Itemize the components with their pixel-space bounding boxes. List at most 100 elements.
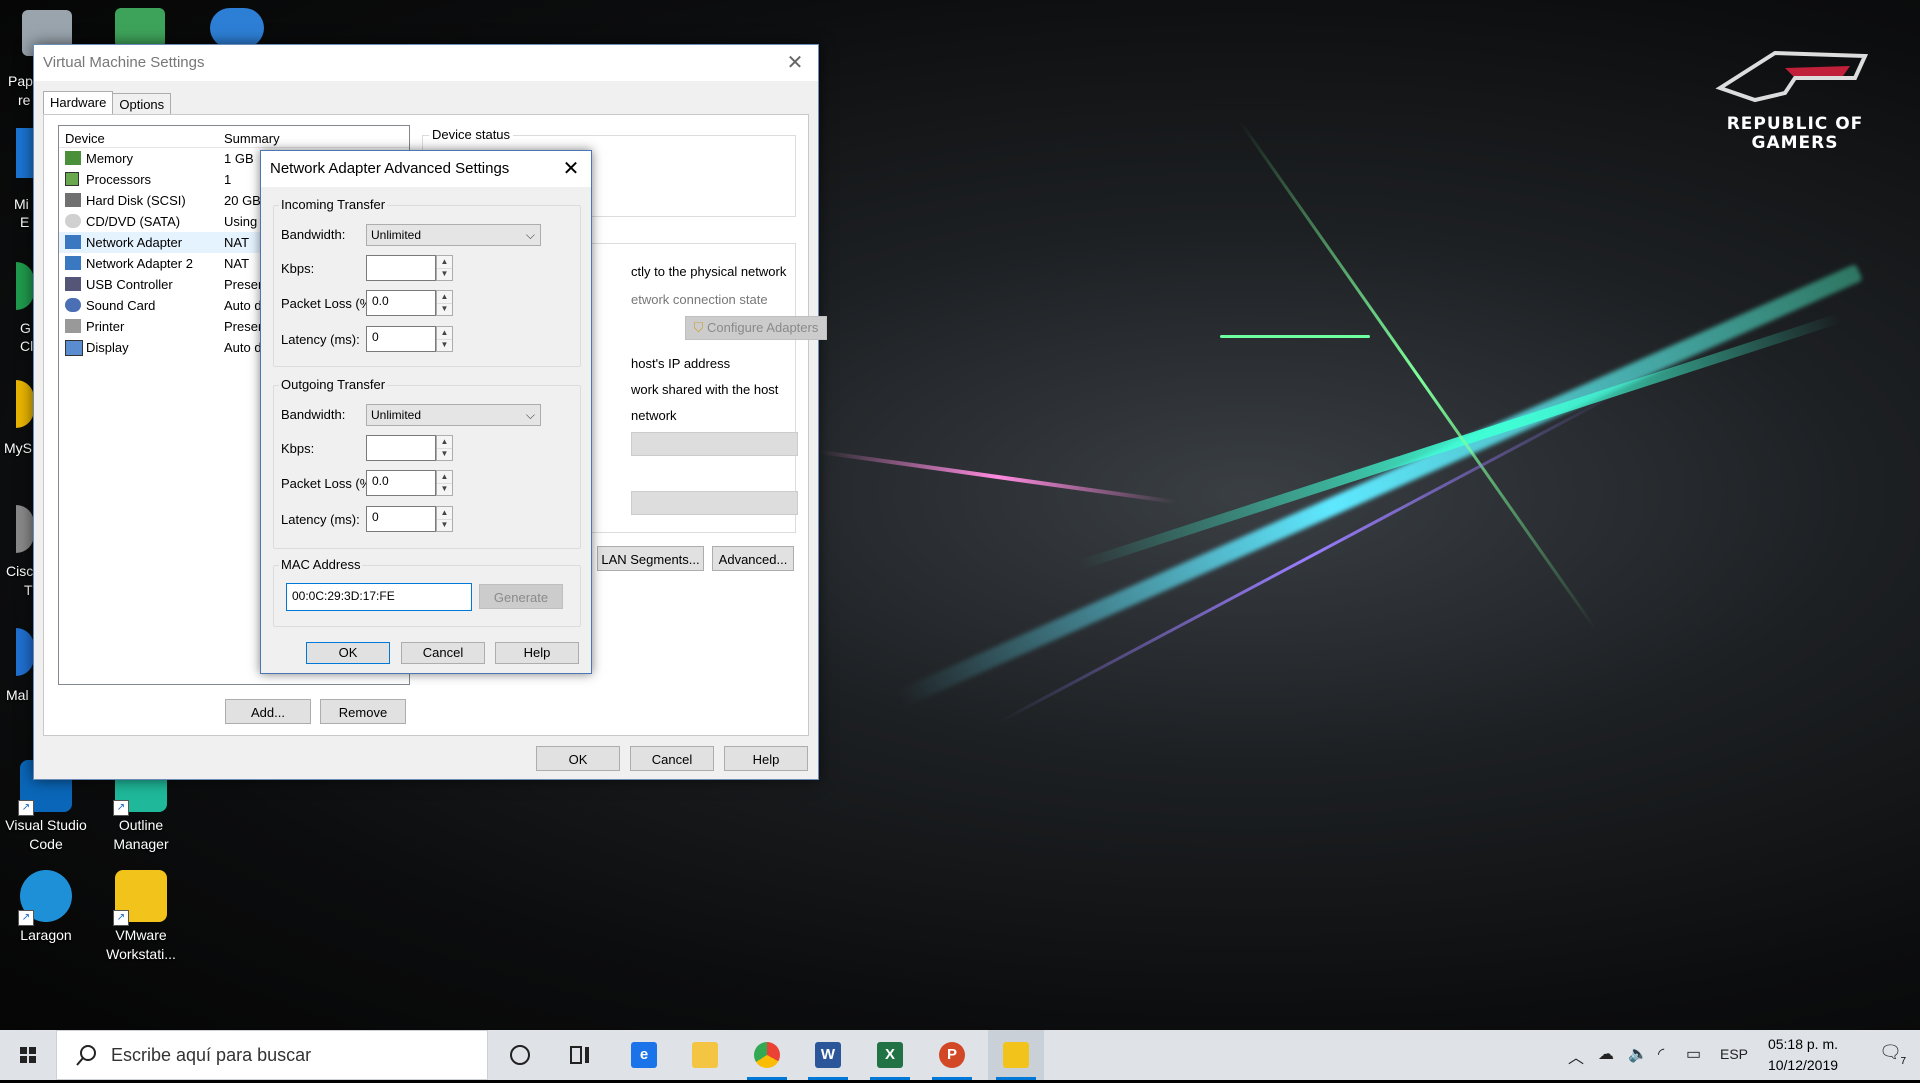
app-icon[interactable] xyxy=(16,128,34,178)
desktop-icon-label: Workstati... xyxy=(106,946,176,962)
spin-down-icon[interactable]: ▼ xyxy=(437,519,452,531)
outgoing-kbps-stepper[interactable]: ▲ ▼ xyxy=(366,435,454,461)
spin-down-icon[interactable]: ▼ xyxy=(437,483,452,495)
ok-button[interactable]: OK xyxy=(306,642,390,664)
outgoing-packet-loss-stepper[interactable]: 0.0 ▲ ▼ xyxy=(366,470,454,496)
task-view-icon xyxy=(570,1046,589,1064)
cortana-button[interactable] xyxy=(492,1030,548,1080)
spin-down-icon[interactable]: ▼ xyxy=(437,339,452,351)
notification-center-icon[interactable]: 🗨 xyxy=(1879,1042,1902,1063)
taskbar-app-excel[interactable]: X xyxy=(862,1030,918,1080)
latency-label: Latency (ms): xyxy=(281,332,360,347)
tab-options[interactable]: Options xyxy=(112,93,172,115)
incoming-packet-loss-stepper[interactable]: 0.0 ▲ ▼ xyxy=(366,290,454,316)
desktop-icon-laragon[interactable]: ↗ Laragon xyxy=(0,870,94,945)
spin-down-icon[interactable]: ▼ xyxy=(437,303,452,315)
lan-segments-button[interactable]: LAN Segments... xyxy=(597,546,704,571)
title-bar: Network Adapter Advanced Settings ✕ xyxy=(261,151,591,187)
vmware-icon: ↗ xyxy=(113,870,167,926)
column-header-device[interactable]: Device xyxy=(65,131,105,146)
outgoing-latency-input[interactable]: 0 xyxy=(366,506,436,532)
windows-logo-icon xyxy=(20,1047,36,1063)
incoming-kbps-stepper[interactable]: ▲ ▼ xyxy=(366,255,454,281)
tab-hardware[interactable]: Hardware xyxy=(43,91,114,115)
incoming-packet-loss-input[interactable]: 0.0 xyxy=(366,290,436,316)
bandwidth-label: Bandwidth: xyxy=(281,227,346,242)
start-button[interactable] xyxy=(0,1030,56,1080)
volume-icon[interactable]: 🔈 xyxy=(1628,1044,1648,1064)
incoming-latency-stepper[interactable]: 0 ▲ ▼ xyxy=(366,326,454,352)
add-device-button[interactable]: Add... xyxy=(225,699,311,724)
mac-address-input[interactable]: 00:0C:29:3D:17:FE xyxy=(286,583,472,611)
close-icon[interactable]: ✕ xyxy=(551,151,591,187)
taskbar-app-file-explorer[interactable] xyxy=(677,1030,733,1080)
app-icon[interactable] xyxy=(210,8,264,48)
chevron-down-icon: ⌵ xyxy=(525,408,535,422)
app-icon[interactable] xyxy=(16,628,34,676)
nat-description: host's IP address xyxy=(631,356,731,371)
help-button[interactable]: Help xyxy=(724,746,808,771)
advanced-button[interactable]: Advanced... xyxy=(712,546,794,571)
ok-button[interactable]: OK xyxy=(536,746,620,771)
cortana-icon xyxy=(510,1045,530,1065)
language-indicator[interactable]: ESP xyxy=(1720,1046,1748,1062)
spin-down-icon[interactable]: ▼ xyxy=(437,448,452,460)
app-icon[interactable] xyxy=(16,380,34,428)
speaker-icon xyxy=(65,298,81,312)
close-icon[interactable]: ✕ xyxy=(772,45,818,81)
lan-segment-select[interactable] xyxy=(631,491,798,515)
outgoing-kbps-input[interactable] xyxy=(366,435,436,461)
incoming-latency-input[interactable]: 0 xyxy=(366,326,436,352)
app-icon[interactable] xyxy=(16,505,34,553)
wifi-icon[interactable]: ◜ xyxy=(1658,1044,1664,1064)
incoming-kbps-input[interactable] xyxy=(366,255,436,281)
desktop-icon-label: Code xyxy=(29,836,63,852)
onedrive-cloud-icon[interactable]: ☁ xyxy=(1598,1044,1614,1064)
generate-button[interactable]: Generate xyxy=(479,584,563,609)
desktop-icon-vmware[interactable]: ↗ VMware Workstati... xyxy=(93,870,189,964)
incoming-bandwidth-select[interactable]: Unlimited ⌵ xyxy=(366,224,541,246)
app-icon[interactable] xyxy=(16,262,34,310)
wallpaper-streak xyxy=(1220,335,1370,338)
desktop-icon-label: Laragon xyxy=(20,927,72,943)
taskbar-app-word[interactable]: W xyxy=(800,1030,856,1080)
rog-logo: REPUBLIC OF GAMERS xyxy=(1710,48,1880,153)
taskbar-app-edge[interactable]: e xyxy=(616,1030,672,1080)
latency-label: Latency (ms): xyxy=(281,512,360,527)
clock-date[interactable]: 10/12/2019 xyxy=(1758,1057,1848,1073)
battery-icon[interactable]: ▭ xyxy=(1686,1044,1701,1064)
cancel-button[interactable]: Cancel xyxy=(630,746,714,771)
desktop-icon-label: T xyxy=(24,582,33,598)
help-button[interactable]: Help xyxy=(495,642,579,664)
search-placeholder: Escribe aquí para buscar xyxy=(111,1045,312,1065)
outgoing-bandwidth-select[interactable]: Unlimited ⌵ xyxy=(366,404,541,426)
task-view-button[interactable] xyxy=(552,1030,608,1080)
desktop-icon-label: Manager xyxy=(113,836,169,852)
memory-icon xyxy=(65,151,81,165)
taskbar-app-powerpoint[interactable]: P xyxy=(924,1030,980,1080)
custom-network-select[interactable] xyxy=(631,432,798,456)
rog-brand-text: REPUBLIC OF GAMERS xyxy=(1726,114,1864,153)
bandwidth-label: Bandwidth: xyxy=(281,407,346,422)
clock-time[interactable]: 05:18 p. m. xyxy=(1758,1036,1848,1052)
vmware-icon xyxy=(1003,1042,1029,1068)
notification-count: 7 xyxy=(1900,1056,1906,1067)
app-icon[interactable] xyxy=(115,8,165,48)
packet-loss-label: Packet Loss (%): xyxy=(281,296,380,311)
dialog-title: Network Adapter Advanced Settings xyxy=(270,160,510,177)
spin-down-icon[interactable]: ▼ xyxy=(437,268,452,280)
outgoing-packet-loss-input[interactable]: 0.0 xyxy=(366,470,436,496)
desktop-icon-label: Mi xyxy=(14,196,29,212)
column-header-summary[interactable]: Summary xyxy=(224,131,280,146)
search-box[interactable]: Escribe aquí para buscar xyxy=(56,1030,488,1080)
cancel-button[interactable]: Cancel xyxy=(401,642,485,664)
taskbar-app-chrome[interactable] xyxy=(739,1030,795,1080)
chevron-up-icon[interactable]: ︿ xyxy=(1568,1044,1584,1068)
wallpaper-streak xyxy=(1238,120,1597,631)
taskbar: Escribe aquí para buscar e W X P ︿ ☁ 🔈 ◜… xyxy=(0,1030,1920,1080)
taskbar-app-vmware[interactable] xyxy=(988,1030,1044,1080)
remove-device-button[interactable]: Remove xyxy=(320,699,406,724)
desktop-icon-label: E xyxy=(20,214,30,230)
configure-adapters-button[interactable]: ⛉ Configure Adapters xyxy=(685,316,827,340)
outgoing-latency-stepper[interactable]: 0 ▲ ▼ xyxy=(366,506,454,532)
